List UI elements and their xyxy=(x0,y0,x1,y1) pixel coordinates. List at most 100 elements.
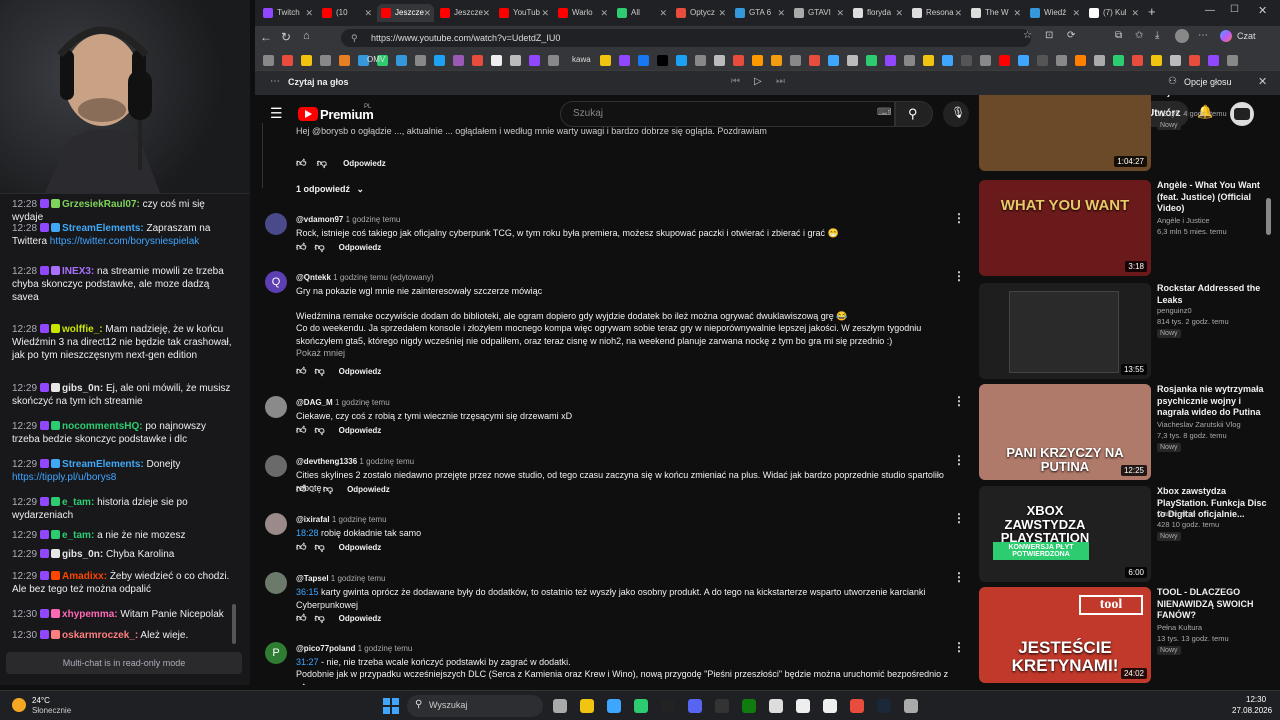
close-tab-icon[interactable]: ✕ xyxy=(718,4,726,22)
replies-toggle[interactable]: 1 odpowiedź ⌄ xyxy=(296,184,364,195)
reply-button[interactable]: Odpowiedz xyxy=(339,684,382,685)
bookmark-favicon-icon[interactable] xyxy=(1189,55,1200,66)
bookmark-favicon-icon[interactable] xyxy=(548,55,559,66)
video-title[interactable]: TOOL - DLACZEGO NIENAWIDZĄ SWOICH FANÓW? xyxy=(1157,587,1275,622)
like-icon[interactable]: 👍︎ xyxy=(296,241,306,253)
show-less-button[interactable]: Pokaż mniej xyxy=(296,347,956,360)
chat-username[interactable]: wolffie_: xyxy=(62,324,103,335)
comment-username[interactable]: @vdamon97 xyxy=(296,215,343,224)
dislike-icon[interactable]: 👎︎ xyxy=(323,483,333,495)
chrome-icon[interactable] xyxy=(634,699,648,713)
bookmark-favicon-icon[interactable] xyxy=(453,55,464,66)
comment-username[interactable]: @ixirafal xyxy=(296,515,330,524)
comment-author[interactable]: @vdamon97 1 godzinę temu xyxy=(296,215,400,224)
bookmark-favicon-icon[interactable] xyxy=(695,55,706,66)
comment-author[interactable]: @pico77poland 1 godzinę temu xyxy=(296,644,412,653)
menu-icon[interactable]: ☰ xyxy=(270,105,283,122)
recommended-video[interactable]: JESTEŚCIE KRETYNAMI! tool 24:02 TOOL - DLAC… xyxy=(979,587,1275,683)
chat-username[interactable]: gibs_0n: xyxy=(62,383,103,394)
comment-time[interactable]: 1 godzinę temu xyxy=(332,515,387,524)
app-icon[interactable] xyxy=(796,699,810,713)
bookmark-favicon-icon[interactable] xyxy=(600,55,611,66)
comment-username[interactable]: @pico77poland xyxy=(296,644,355,653)
comment-menu-icon[interactable]: ⋮ xyxy=(953,394,965,408)
close-tab-icon[interactable]: ✕ xyxy=(895,4,903,22)
recommended-video[interactable]: XBOX ZAWSTYDZA PLAYSTATION KONWERSJA PŁYT… xyxy=(979,486,1275,582)
bookmark-favicon-icon[interactable] xyxy=(1094,55,1105,66)
bookmark-favicon-icon[interactable] xyxy=(1037,55,1048,66)
back-icon[interactable]: ← xyxy=(260,30,272,44)
comment-menu-icon[interactable]: ⋮ xyxy=(953,269,965,283)
close-tab-icon[interactable]: ✕ xyxy=(305,4,313,22)
bookmark-favicon-icon[interactable] xyxy=(1170,55,1181,66)
recommended-video[interactable]: 13:55 Rockstar Addressed the Leaks penguin… xyxy=(979,283,1275,379)
browser-tab[interactable]: GTA 6 ✕ xyxy=(731,4,788,22)
recommended-video[interactable]: PANI KRZYCZY NA PUTINA 12:25 Rosjanka nie … xyxy=(979,384,1275,480)
minimize-button[interactable]: — xyxy=(1205,5,1215,16)
page-scrollbar[interactable] xyxy=(1266,198,1271,235)
like-icon[interactable]: 👍︎ xyxy=(296,612,306,624)
dislike-icon[interactable]: 👎︎ xyxy=(314,424,324,436)
avatar[interactable]: P xyxy=(265,642,287,664)
bookmark-kawa[interactable]: kawa xyxy=(572,55,591,64)
bookmark-favicon-icon[interactable] xyxy=(714,55,725,66)
close-read-aloud-icon[interactable]: ✕ xyxy=(1258,75,1267,88)
comment-menu-icon[interactable]: ⋮ xyxy=(953,453,965,467)
weather-sun-icon[interactable] xyxy=(12,698,26,712)
bookmark-favicon-icon[interactable] xyxy=(1113,55,1124,66)
voice-icon[interactable]: ⚇ xyxy=(1168,76,1177,87)
bookmark-favicon-icon[interactable] xyxy=(980,55,991,66)
reply-button[interactable]: Odpowiedz xyxy=(343,159,386,168)
like-icon[interactable]: 👍︎ xyxy=(296,541,306,553)
bookmark-favicon-icon[interactable] xyxy=(809,55,820,66)
chat-username[interactable]: xhypemma: xyxy=(62,609,118,620)
app-icon[interactable] xyxy=(823,699,837,713)
recommended-video[interactable]: 1:04:27 ...mieszkania byłyby dziś najtańs… xyxy=(979,95,1275,171)
dislike-icon[interactable]: 👎︎ xyxy=(314,241,324,253)
avatar[interactable] xyxy=(265,213,287,235)
video-title[interactable]: Rosjanka nie wytrzymała psychicznie wojn… xyxy=(1157,384,1275,419)
reply-button[interactable]: Odpowiedz xyxy=(339,614,382,623)
channel-name[interactable]: penguinz0 xyxy=(1157,306,1192,315)
browser-tab[interactable]: YouTub ✕ xyxy=(495,4,552,22)
play-icon[interactable]: ▷ xyxy=(754,76,762,87)
close-tab-icon[interactable]: ✕ xyxy=(836,4,844,22)
comment-time[interactable]: 1 godzinę temu xyxy=(331,574,386,583)
browser-tab[interactable]: Wiedź ✕ xyxy=(1026,4,1083,22)
voice-options-button[interactable]: Opcje głosu xyxy=(1184,77,1232,87)
bookmark-favicon-icon[interactable] xyxy=(1132,55,1143,66)
chat-username[interactable]: e_tam: xyxy=(62,497,94,508)
video-thumbnail[interactable]: 13:55 xyxy=(979,283,1151,379)
copilot-icon[interactable] xyxy=(1220,30,1232,42)
bookmark-favicon-icon[interactable] xyxy=(263,55,274,66)
keyboard-icon[interactable]: ⌨ xyxy=(877,107,891,118)
video-thumbnail[interactable]: PANI KRZYCZY NA PUTINA 12:25 xyxy=(979,384,1151,480)
avatar[interactable] xyxy=(265,513,287,535)
dislike-icon[interactable]: 👎︎ xyxy=(314,365,324,377)
comment-time[interactable]: 1 godzinę temu (edytowany) xyxy=(333,273,434,282)
chat-username[interactable]: StreamElements: xyxy=(62,459,144,470)
bookmark-favicon-icon[interactable] xyxy=(529,55,540,66)
chat-username[interactable]: nocommentsHQ: xyxy=(62,421,143,432)
video-title[interactable]: Angèle - What You Want (feat. Justice) (… xyxy=(1157,180,1275,215)
collections-icon[interactable]: ⧉ xyxy=(1115,30,1122,41)
downloads-icon[interactable]: ⤓ xyxy=(1155,30,1159,41)
favorites-icon[interactable]: ✩ xyxy=(1135,30,1143,41)
video-thumbnail[interactable]: WHAT YOU WANT 3:18 xyxy=(979,180,1151,276)
bookmark-favicon-icon[interactable] xyxy=(1151,55,1162,66)
comment-menu-icon[interactable]: ⋮ xyxy=(953,640,965,654)
taskbar-search[interactable]: ⚲ Wyszukaj xyxy=(407,695,543,717)
browser-tab[interactable]: The W ✕ xyxy=(967,4,1024,22)
comment-author[interactable]: @Tapsel 1 godzinę temu xyxy=(296,574,386,583)
browser-tab[interactable]: Resona ✕ xyxy=(908,4,965,22)
reply-button[interactable]: Odpowiedz xyxy=(339,367,382,376)
dislike-icon[interactable]: 👎︎ xyxy=(314,682,324,685)
bookmark-favicon-icon[interactable] xyxy=(510,55,521,66)
close-tab-icon[interactable]: ✕ xyxy=(1013,4,1021,22)
bookmark-favicon-icon[interactable] xyxy=(999,55,1010,66)
comment-time[interactable]: 1 godzinę temu xyxy=(346,215,401,224)
chat-username[interactable]: StreamElements: xyxy=(62,223,144,234)
like-icon[interactable]: 👍︎ xyxy=(296,483,306,495)
close-tab-icon[interactable]: ✕ xyxy=(541,4,549,22)
bookmark-omv[interactable]: OMV xyxy=(367,55,385,64)
